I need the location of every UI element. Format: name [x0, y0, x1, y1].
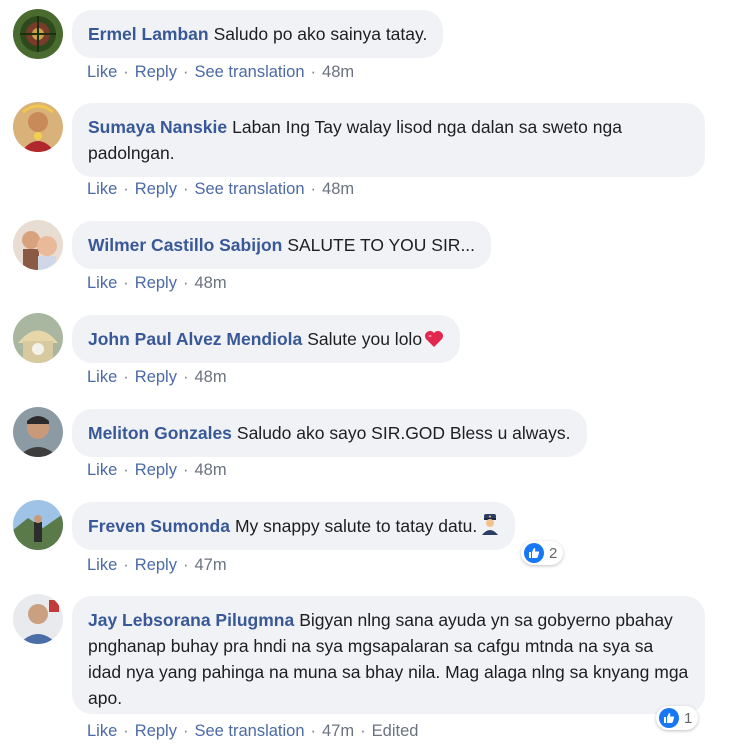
comment-text: Salute you lolo — [307, 329, 423, 349]
timestamp[interactable]: 48m — [194, 274, 226, 292]
reply-link[interactable]: Reply — [135, 274, 177, 292]
avatar[interactable] — [13, 220, 63, 270]
separator: · — [123, 461, 129, 479]
comment-actions: Like · Reply · See translation · 47m · Edited — [87, 722, 418, 741]
comment-actions: Like · Reply · See translation · 48m — [87, 63, 354, 82]
see-translation-link[interactable]: See translation — [194, 722, 304, 740]
comment-actions: Like · Reply · 48m — [87, 368, 227, 387]
comment-author[interactable]: Jay Lebsorana Pilugmna — [88, 610, 294, 630]
separator: · — [182, 63, 189, 81]
reaction-number: 1 — [684, 709, 693, 727]
like-link[interactable]: Like — [87, 274, 117, 292]
comment-text: My snappy salute to tatay datu. — [234, 516, 478, 536]
comment-bubble: Sumaya Nanskie Laban Ing Tay walay lisod … — [72, 103, 705, 177]
like-link[interactable]: Like — [87, 461, 117, 479]
comment-bubble: Wilmer Castillo Sabijon SALUTE TO YOU SIR… — [72, 221, 492, 269]
separator: · — [310, 722, 317, 740]
separator: · — [123, 368, 129, 386]
comment-text: SALUTE TO YOU SIR... — [287, 235, 476, 255]
avatar[interactable] — [13, 594, 63, 644]
like-link[interactable]: Like — [87, 556, 117, 574]
timestamp[interactable]: 48m — [322, 180, 354, 198]
comment-author[interactable]: Ermel Lamban — [88, 24, 209, 44]
thumbs-up-icon — [524, 543, 544, 563]
comment-bubble: Meliton Gonzales Saludo ako sayo SIR.GOD … — [72, 409, 587, 457]
separator: · — [360, 722, 366, 740]
comment-bubble: Freven Sumonda My snappy salute to tatay … — [72, 502, 516, 550]
timestamp[interactable]: 47m — [194, 556, 226, 574]
comment-author[interactable]: Sumaya Nanskie — [88, 117, 227, 137]
avatar[interactable] — [13, 9, 63, 59]
separator: · — [182, 722, 189, 740]
separator: · — [310, 180, 317, 198]
reply-link[interactable]: Reply — [135, 722, 177, 740]
separator: · — [123, 556, 129, 574]
like-link[interactable]: Like — [87, 368, 117, 386]
comment-author[interactable]: John Paul Alvez Mendiola — [88, 329, 302, 349]
separator: · — [182, 556, 189, 574]
comment-actions: Like · Reply · See translation · 48m — [87, 180, 354, 199]
separator: · — [123, 180, 129, 198]
separator: · — [182, 368, 189, 386]
like-link[interactable]: Like — [87, 63, 117, 81]
comment-text: Saludo ako sayo SIR.GOD Bless u always. — [236, 423, 571, 443]
separator: · — [182, 180, 189, 198]
timestamp[interactable]: 48m — [194, 368, 226, 386]
comment-bubble: Ermel Lamban Saludo po ako sainya tatay. — [72, 10, 444, 58]
reaction-count[interactable]: 2 — [521, 541, 564, 565]
edited-label[interactable]: Edited — [372, 722, 419, 740]
see-translation-link[interactable]: See translation — [194, 63, 304, 81]
like-link[interactable]: Like — [87, 722, 117, 740]
reaction-count[interactable]: 1 — [656, 706, 699, 730]
reply-link[interactable]: Reply — [135, 180, 177, 198]
comment-bubble: John Paul Alvez Mendiola Salute you lolo — [72, 315, 461, 363]
reply-link[interactable]: Reply — [135, 368, 177, 386]
avatar[interactable] — [13, 102, 63, 152]
like-link[interactable]: Like — [87, 180, 117, 198]
avatar[interactable] — [13, 500, 63, 550]
comment-bubble: Jay Lebsorana Pilugmna Bigyan nlng sana a… — [72, 596, 705, 714]
thumbs-up-icon — [659, 708, 679, 728]
separator: · — [182, 461, 189, 479]
comment-author[interactable]: Freven Sumonda — [88, 516, 230, 536]
timestamp[interactable]: 47m — [322, 722, 354, 740]
reply-link[interactable]: Reply — [135, 63, 177, 81]
separator: · — [123, 63, 129, 81]
comment-actions: Like · Reply · 47m — [87, 556, 227, 575]
reply-link[interactable]: Reply — [135, 461, 177, 479]
comment-author[interactable]: Wilmer Castillo Sabijon — [88, 235, 282, 255]
comment-actions: Like · Reply · 48m — [87, 274, 227, 293]
separator: · — [123, 722, 129, 740]
separator: · — [123, 274, 129, 292]
reply-link[interactable]: Reply — [135, 556, 177, 574]
police-officer-icon — [481, 513, 499, 542]
avatar[interactable] — [13, 407, 63, 457]
separator: · — [182, 274, 189, 292]
comment-actions: Like · Reply · 48m — [87, 461, 227, 480]
timestamp[interactable]: 48m — [322, 63, 354, 81]
comment-author[interactable]: Meliton Gonzales — [88, 423, 232, 443]
heart-icon — [424, 329, 444, 355]
comment-text: Saludo po ako sainya tatay. — [213, 24, 428, 44]
reaction-number: 2 — [549, 544, 558, 562]
see-translation-link[interactable]: See translation — [194, 180, 304, 198]
timestamp[interactable]: 48m — [194, 461, 226, 479]
avatar[interactable] — [13, 313, 63, 363]
separator: · — [310, 63, 317, 81]
